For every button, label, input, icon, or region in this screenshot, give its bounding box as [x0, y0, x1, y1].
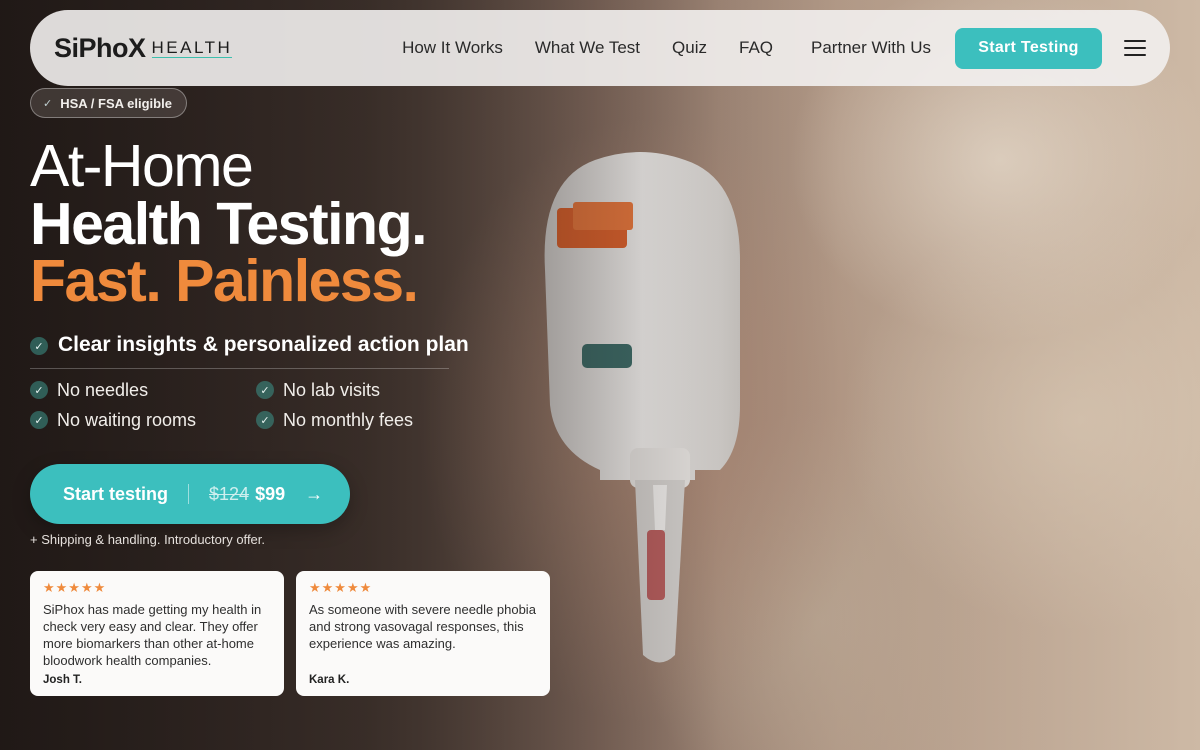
nav-link-how-it-works[interactable]: How It Works	[402, 38, 503, 58]
main-benefit-text: Clear insights & personalized action pla…	[58, 333, 469, 356]
main-benefit: ✓ Clear insights & personalized action p…	[30, 330, 469, 369]
hamburger-menu-icon[interactable]	[1124, 40, 1146, 56]
check-circle-icon: ✓	[30, 411, 48, 429]
siphox-logo[interactable]: SiPhoX HEALTH	[54, 32, 233, 64]
nav-link-quiz[interactable]: Quiz	[672, 38, 707, 58]
nav-link-what-we-test[interactable]: What We Test	[535, 38, 640, 58]
nav-link-partner[interactable]: Partner With Us	[811, 38, 931, 58]
check-circle-icon: ✓	[30, 381, 48, 399]
top-navbar: SiPhoX HEALTH How It Works What We Test …	[30, 10, 1170, 86]
review-card: ★★★★★ As someone with severe needle phob…	[296, 571, 550, 696]
star-rating-icon: ★★★★★	[43, 580, 107, 595]
feature-text: No lab visits	[283, 379, 381, 400]
logo-wordmark: SiPhoX	[54, 32, 146, 63]
feature-item: ✓ No waiting rooms	[30, 410, 256, 430]
feature-text: No monthly fees	[283, 409, 414, 430]
cta-divider	[188, 484, 190, 504]
hsa-fsa-badge: ✓ HSA / FSA eligible	[30, 88, 187, 118]
logo-health-label: HEALTH	[151, 37, 233, 58]
nav-link-faq[interactable]: FAQ	[739, 38, 773, 58]
feature-item: ✓ No monthly fees	[256, 410, 480, 430]
check-circle-icon: ✓	[256, 411, 274, 429]
review-text: SiPhox has made getting my health in che…	[43, 602, 262, 668]
cta-new-price: $99	[255, 483, 286, 504]
star-rating-icon: ★★★★★	[309, 580, 373, 595]
feature-item: ✓ No needles	[30, 380, 256, 400]
review-author: Kara K.	[309, 674, 350, 686]
check-icon: ✓	[43, 97, 53, 110]
nav-links: How It Works What We Test Quiz FAQ Partn…	[386, 27, 1146, 69]
check-circle-icon: ✓	[30, 337, 48, 355]
blood-collection-device-image	[544, 152, 740, 663]
review-author: Josh T.	[43, 674, 82, 686]
start-testing-hero-button[interactable]: Start testing $124 $99 →	[30, 464, 350, 524]
start-testing-nav-button[interactable]: Start Testing	[955, 27, 1102, 69]
feature-item: ✓ No lab visits	[256, 380, 480, 400]
feature-list: ✓ No needles ✓ No lab visits ✓ No waitin…	[30, 380, 480, 430]
review-text: As someone with severe needle phobia and…	[309, 602, 536, 651]
cta-label: Start testing	[63, 483, 169, 504]
feature-text: No waiting rooms	[57, 409, 197, 430]
review-card: ★★★★★ SiPhox has made getting my health …	[30, 571, 284, 696]
shipping-note: + Shipping & handling. Introductory offe…	[30, 532, 266, 547]
check-circle-icon: ✓	[256, 381, 274, 399]
headline-line-3: Fast. Painless.	[30, 248, 419, 314]
feature-text: No needles	[57, 379, 149, 400]
badge-label: HSA / FSA eligible	[60, 95, 172, 111]
cta-old-price: $124	[209, 483, 250, 504]
arrow-right-icon: →	[305, 483, 324, 504]
